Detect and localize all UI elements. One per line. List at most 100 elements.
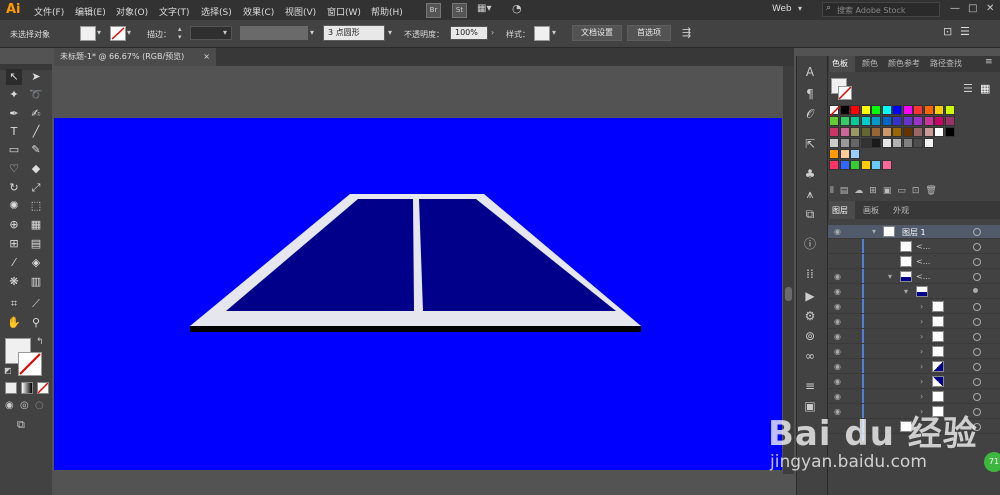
swap-fill-stroke-icon[interactable]: ↰ <box>36 337 44 347</box>
chevron-right-icon[interactable]: › <box>920 317 923 326</box>
visibility-eye-icon[interactable]: ◉ <box>834 392 844 402</box>
perspective-grid-tool-icon[interactable]: ▦ <box>28 217 44 233</box>
eraser-tool-icon[interactable]: ◆ <box>28 161 44 177</box>
visibility-eye-icon[interactable]: ◉ <box>834 317 844 327</box>
color-swatch[interactable] <box>913 127 923 137</box>
color-swatch[interactable] <box>913 105 923 115</box>
color-swatch[interactable] <box>860 138 871 148</box>
color-swatch[interactable] <box>923 138 934 148</box>
layer-row-item[interactable]: ◉ › <box>828 390 1000 404</box>
hand-tool-icon[interactable]: ✋ <box>6 315 22 331</box>
layer-row-group[interactable]: ◉ ▾ <... <box>828 270 1000 284</box>
type-tool-icon[interactable]: T <box>6 124 22 140</box>
arrange-documents-icon[interactable]: ▦▾ <box>477 3 491 14</box>
chevron-right-icon[interactable]: › <box>920 377 923 386</box>
menu-help[interactable]: 帮助(H) <box>371 5 403 18</box>
sublayer-name[interactable]: <... <box>916 272 930 281</box>
none-mode-icon[interactable] <box>37 382 49 394</box>
target-circle-icon[interactable] <box>973 228 981 236</box>
color-swatch[interactable] <box>850 160 860 170</box>
slice-tool-icon[interactable]: ⟋ <box>28 296 44 312</box>
color-swatch[interactable] <box>839 105 850 115</box>
layer-name[interactable]: 图层 1 <box>902 227 926 238</box>
color-swatch[interactable] <box>860 105 871 115</box>
color-swatch[interactable] <box>881 127 892 137</box>
graphic-style-swatch[interactable] <box>534 26 550 41</box>
brushes-panel-icon[interactable]: ⩚ <box>800 186 820 202</box>
document-setup-button[interactable]: 文档设置 <box>572 25 622 41</box>
menu-edit[interactable]: 编辑(E) <box>75 5 106 18</box>
symbols-panel-icon[interactable]: ♣ <box>800 166 820 182</box>
sublayer-name[interactable]: <... <box>916 242 930 251</box>
tab-color[interactable]: 颜色 <box>862 58 878 69</box>
gradient-tool-icon[interactable]: ▤ <box>28 236 44 252</box>
color-swatch[interactable] <box>881 138 892 148</box>
target-circle-icon[interactable] <box>973 333 981 341</box>
color-swatch[interactable] <box>902 138 913 148</box>
transform-panel-icon[interactable]: ⁞⁞ <box>800 266 820 282</box>
chevron-down-icon[interactable]: ▾ <box>388 28 392 37</box>
close-tab-button[interactable]: × <box>203 48 210 66</box>
actions-panel-icon[interactable]: ▶ <box>800 288 820 304</box>
chevron-right-icon[interactable]: › <box>920 332 923 341</box>
opentype-panel-icon[interactable]: 𝒪 <box>800 106 820 122</box>
stock-icon[interactable]: St <box>452 3 467 18</box>
table-tennis-table-illustration[interactable] <box>54 118 782 470</box>
layer-row-item[interactable]: ◉ › <box>828 330 1000 344</box>
cloud-icon[interactable]: ☁ <box>854 186 869 196</box>
magic-wand-tool-icon[interactable]: ✦ <box>6 87 22 103</box>
artboard-canvas[interactable] <box>54 118 782 470</box>
maximize-button[interactable]: □ <box>968 3 977 14</box>
layer-row-item[interactable]: ◉ › <box>828 360 1000 374</box>
visibility-eye-icon[interactable]: ◉ <box>834 272 844 282</box>
color-swatch[interactable] <box>871 138 881 148</box>
color-swatch[interactable] <box>839 160 850 170</box>
minimize-button[interactable]: — <box>950 3 960 14</box>
color-swatch[interactable] <box>850 127 860 137</box>
info-panel-icon[interactable]: ⓘ <box>800 236 820 252</box>
appearance-panel-icon[interactable]: ⚙ <box>800 308 820 324</box>
layer-row-item[interactable]: ◉ › <box>828 315 1000 329</box>
paintbrush-tool-icon[interactable]: ✎ <box>28 142 44 158</box>
chevron-right-icon[interactable]: › <box>920 347 923 356</box>
color-swatch[interactable] <box>892 138 902 148</box>
mesh-tool-icon[interactable]: ⊞ <box>6 236 22 252</box>
chevron-down-icon[interactable]: ▾ <box>223 28 227 37</box>
swatch-libraries-icon[interactable]: ⫴ <box>830 186 840 196</box>
chevron-down-icon[interactable]: ▾ <box>552 28 556 37</box>
menu-window[interactable]: 窗口(W) <box>327 5 361 18</box>
graphic-styles-panel-icon[interactable]: ⧉ <box>800 206 820 222</box>
target-circle-icon[interactable] <box>973 363 981 371</box>
eyedropper-tool-icon[interactable]: ⁄ <box>6 255 22 271</box>
chevron-down-icon[interactable]: ▾ <box>97 28 101 37</box>
stroke-color-box[interactable] <box>18 352 42 376</box>
target-circle-icon[interactable] <box>973 393 981 401</box>
color-swatch[interactable] <box>944 127 955 137</box>
selection-tool-icon[interactable]: ↖ <box>6 69 22 85</box>
pen-tool-icon[interactable]: ✒ <box>6 106 22 122</box>
stroke-swatch[interactable] <box>110 26 126 41</box>
variable-width-profile[interactable] <box>240 26 308 40</box>
color-swatch[interactable] <box>881 160 892 170</box>
menu-type[interactable]: 文字(T) <box>159 5 190 18</box>
visibility-eye-icon[interactable]: ◉ <box>834 332 844 342</box>
arrange-icon[interactable]: ⊡ <box>943 25 952 38</box>
tab-artboards[interactable]: 画板 <box>863 205 879 216</box>
layer-row-sublayer[interactable]: <... <box>828 240 1000 254</box>
menu-view[interactable]: 视图(V) <box>285 5 316 18</box>
color-swatch[interactable] <box>902 127 913 137</box>
tab-color-guide[interactable]: 颜色参考 <box>888 58 920 69</box>
opacity-label[interactable]: 不透明度： <box>404 29 444 40</box>
show-kinds-icon[interactable]: ▤ <box>840 186 855 196</box>
none-swatch[interactable] <box>829 105 840 116</box>
color-swatch[interactable] <box>881 105 892 115</box>
chevron-down-icon[interactable]: ▾ <box>872 227 876 236</box>
color-swatch[interactable] <box>913 116 923 126</box>
folder-icon[interactable]: ▭ <box>897 186 912 196</box>
chevron-right-icon[interactable]: › <box>920 362 923 371</box>
visibility-eye-icon[interactable]: ◉ <box>834 287 844 297</box>
color-swatch[interactable] <box>892 116 902 126</box>
visibility-eye-icon[interactable]: ◉ <box>834 377 844 387</box>
layer-row-item[interactable]: ◉ › <box>828 345 1000 359</box>
color-swatch[interactable] <box>871 116 881 126</box>
